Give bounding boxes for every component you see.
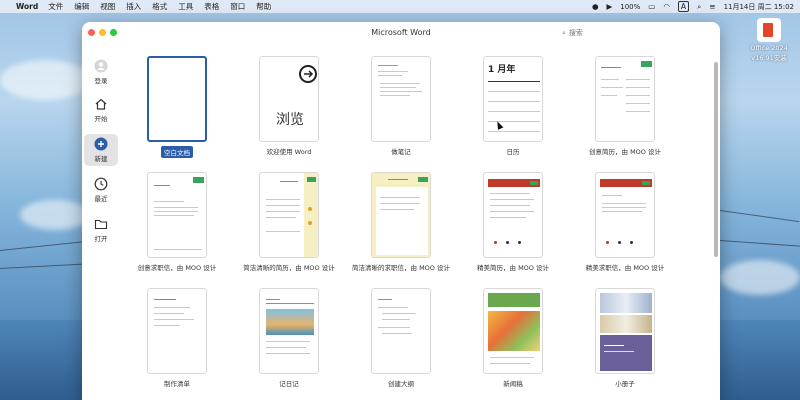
template-thumbnail[interactable] (147, 56, 207, 142)
menu-insert[interactable]: 插入 (126, 1, 141, 12)
template-label: 创意求职信，由 MOO 设计 (137, 264, 217, 272)
template-thumbnail[interactable] (259, 172, 319, 258)
template-brochure[interactable]: 小册子 (570, 288, 680, 388)
menu-view[interactable]: 视图 (100, 1, 115, 12)
battery-icon[interactable]: ▭ (648, 2, 655, 11)
menu-edit[interactable]: 编辑 (74, 1, 89, 12)
template-newsletter[interactable]: 新闻稿 (458, 288, 568, 388)
search-menu-icon[interactable]: ⌕ (697, 2, 701, 12)
template-creative-resume-moo[interactable]: 创意简历，由 MOO 设计 (570, 56, 680, 156)
template-thumbnail[interactable] (371, 288, 431, 374)
template-thumbnail[interactable] (483, 172, 543, 258)
wifi-icon[interactable]: ◠ (663, 2, 670, 11)
arrow-circle-icon (299, 65, 317, 83)
template-clean-resume-moo[interactable]: 简洁清晰的简历，由 MOO 设计 (234, 172, 344, 272)
menu-window[interactable]: 窗口 (230, 1, 245, 12)
template-thumbnail[interactable] (371, 56, 431, 142)
template-make-a-list[interactable]: 制作清单 (122, 288, 232, 388)
title-bar[interactable]: Microsoft Word ⌕ 搜索 (82, 22, 720, 44)
template-elegant-cover-letter-moo[interactable]: 精美求职信，由 MOO 设计 (570, 172, 680, 272)
office-logo-icon (757, 18, 781, 42)
folder-icon (94, 217, 108, 231)
template-label: 创意简历，由 MOO 设计 (589, 148, 661, 156)
menu-bar: Word 文件 编辑 视图 插入 格式 工具 表格 窗口 帮助 ● ▶ 100%… (0, 0, 800, 13)
person-icon (94, 59, 108, 73)
thumb-browse-text: 浏览 (276, 112, 304, 128)
template-creative-cover-letter-moo[interactable]: 创意求职信，由 MOO 设计 (122, 172, 232, 272)
menu-app-name[interactable]: Word (16, 2, 38, 11)
sidebar-label: 登录 (94, 77, 108, 85)
sidebar-label: 打开 (94, 235, 108, 243)
power-line (719, 210, 800, 223)
thumb-calendar-title: 1 月年 (488, 65, 516, 75)
template-blank-document[interactable]: 空白文档 (122, 56, 232, 158)
template-label: 简洁清晰的求职信，由 MOO 设计 (352, 264, 450, 272)
sidebar-label: 开始 (94, 115, 108, 123)
sidebar: 登录 开始 新建 最近 打开 (82, 44, 120, 400)
template-label: 日历 (506, 148, 520, 156)
gallery-scrollbar[interactable] (714, 62, 718, 257)
template-thumbnail[interactable] (259, 288, 319, 374)
power-line (0, 263, 90, 269)
sidebar-label: 新建 (94, 155, 108, 163)
desktop-icon-label-1: Office 2024 (750, 44, 788, 52)
template-label: 创建大纲 (388, 380, 414, 388)
template-label: 做笔记 (391, 148, 411, 156)
template-calendar[interactable]: 1 月年 日历 (458, 56, 568, 156)
template-label: 制作清单 (164, 380, 190, 388)
input-method-icon[interactable]: A (677, 1, 690, 12)
template-label: 精美求职信，由 MOO 设计 (585, 264, 665, 272)
template-thumbnail[interactable] (595, 172, 655, 258)
template-label: 记日记 (279, 380, 299, 388)
template-label: 简洁清晰的简历，由 MOO 设计 (243, 264, 335, 272)
home-icon (94, 97, 108, 111)
template-gallery: 空白文档 浏览 欢迎使用 Word 做笔记 1 月年 日历 创意简历，由 MOO… (122, 44, 712, 400)
plus-icon (94, 137, 108, 151)
template-thumbnail[interactable] (595, 56, 655, 142)
search-icon: ⌕ (562, 28, 566, 37)
menu-file[interactable]: 文件 (48, 1, 63, 12)
status-icon[interactable]: ● (592, 2, 599, 11)
clock-icon (94, 177, 108, 191)
office-installer-desktop-icon[interactable]: Office 2024 v16.91安装 (744, 18, 794, 62)
menu-tools[interactable]: 工具 (178, 1, 193, 12)
template-label: 小册子 (615, 380, 635, 388)
menu-format[interactable]: 格式 (152, 1, 167, 12)
play-icon[interactable]: ▶ (606, 2, 612, 11)
sidebar-item-sign-in[interactable]: 登录 (84, 56, 118, 88)
template-thumbnail[interactable] (371, 172, 431, 258)
sidebar-item-recent[interactable]: 最近 (84, 174, 118, 206)
template-thumbnail[interactable]: 1 月年 (483, 56, 543, 142)
sidebar-label: 最近 (94, 195, 108, 203)
sidebar-item-new[interactable]: 新建 (84, 134, 118, 166)
template-take-notes[interactable]: 做笔记 (346, 56, 456, 156)
menu-table[interactable]: 表格 (204, 1, 219, 12)
template-thumbnail[interactable] (147, 172, 207, 258)
menu-help[interactable]: 帮助 (256, 1, 271, 12)
template-thumbnail[interactable] (595, 288, 655, 374)
template-label: 精美简历，由 MOO 设计 (477, 264, 549, 272)
template-label: 欢迎使用 Word (266, 148, 312, 156)
template-thumbnail[interactable] (147, 288, 207, 374)
word-gallery-window: Microsoft Word ⌕ 搜索 登录 开始 新建 最近 打开 空白文档 … (82, 22, 720, 400)
template-thumbnail[interactable] (483, 288, 543, 374)
search-placeholder: 搜索 (568, 29, 583, 37)
control-center-icon[interactable]: ≡ (709, 2, 715, 11)
desktop-icon-label-2: v16.91安装 (751, 54, 787, 62)
template-elegant-resume-moo[interactable]: 精美简历，由 MOO 设计 (458, 172, 568, 272)
clock[interactable]: 11月14日 周二 15:02 (724, 2, 794, 12)
sidebar-item-open[interactable]: 打开 (84, 214, 118, 246)
power-line (0, 240, 90, 251)
search-field[interactable]: ⌕ 搜索 (562, 27, 712, 39)
template-thumbnail[interactable]: 浏览 (259, 56, 319, 142)
template-label: 空白文档 (161, 146, 193, 158)
template-label: 新闻稿 (503, 380, 523, 388)
battery-percent: 100% (620, 2, 641, 11)
power-line (719, 240, 800, 247)
template-welcome-to-word[interactable]: 浏览 欢迎使用 Word (234, 56, 344, 156)
template-clean-cover-letter-moo[interactable]: 简洁清晰的求职信，由 MOO 设计 (346, 172, 456, 272)
template-journal[interactable]: 记日记 (234, 288, 344, 388)
template-create-outline[interactable]: 创建大纲 (346, 288, 456, 388)
sidebar-item-home[interactable]: 开始 (84, 94, 118, 126)
